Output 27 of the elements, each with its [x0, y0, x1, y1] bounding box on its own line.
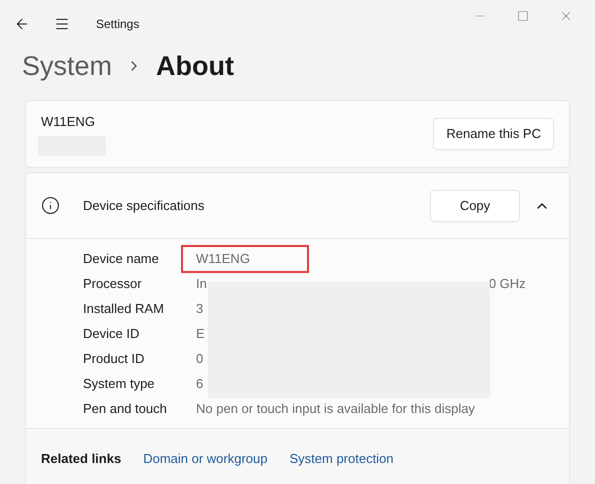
- spec-value: 0: [195, 350, 204, 368]
- spec-label: Installed RAM: [83, 300, 165, 318]
- breadcrumb-item[interactable]: System: [22, 46, 112, 86]
- copy-button[interactable]: Copy: [430, 190, 520, 222]
- menu-icon[interactable]: [54, 16, 70, 32]
- spec-value: E: [195, 324, 205, 343]
- spec-label: Pen and touch: [83, 400, 168, 418]
- spec-label: Product ID: [83, 350, 146, 368]
- pc-name: W11ENG: [41, 113, 96, 132]
- info-icon: [41, 196, 60, 215]
- spec-label: Device name: [83, 250, 160, 268]
- rename-button[interactable]: Rename this PC: [433, 118, 554, 150]
- section-title: Device specifications: [83, 196, 204, 215]
- spec-label: Device ID: [83, 324, 140, 343]
- spec-value: 3: [195, 300, 204, 318]
- related-link[interactable]: System protection: [289, 448, 394, 468]
- breadcrumb-item: About: [156, 50, 234, 83]
- back-icon[interactable]: [14, 16, 30, 32]
- spec-value: No pen or touch input is available for this display: [195, 400, 475, 418]
- spec-label: Processor: [83, 274, 143, 293]
- spec-value: W11ENG: [181, 244, 309, 272]
- related-links-label: Related links: [41, 450, 122, 468]
- related-link[interactable]: Domain or workgroup: [143, 448, 268, 468]
- spec-label: System type: [83, 374, 156, 393]
- spec-value: 6: [195, 374, 204, 393]
- spec-value: In: [195, 274, 207, 293]
- window-title: Settings: [96, 16, 140, 33]
